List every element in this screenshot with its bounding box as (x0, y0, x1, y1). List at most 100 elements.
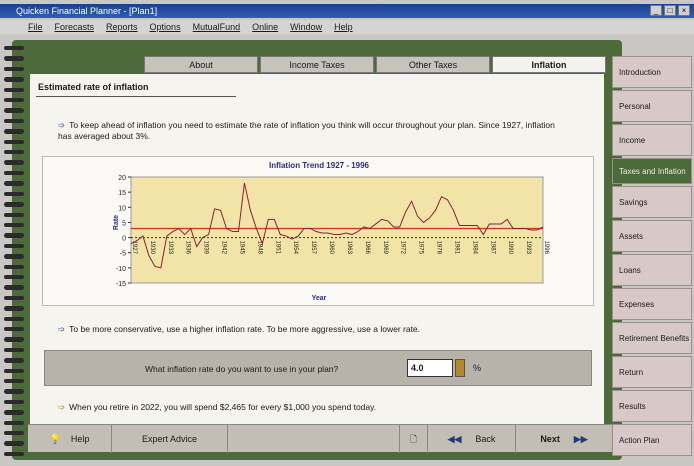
tab-other-taxes[interactable]: Other Taxes (376, 56, 490, 73)
y-tick-label: -15 (116, 281, 126, 288)
spiral-ring (4, 46, 24, 51)
tab-inflation[interactable]: Inflation (492, 56, 606, 73)
spiral-ring (4, 160, 24, 165)
close-button[interactable]: × (678, 5, 690, 16)
spiral-ring (4, 285, 24, 290)
spiral-ring (4, 389, 24, 394)
menu-file[interactable]: File (28, 20, 43, 34)
spiral-ring (4, 233, 24, 238)
inflation-question: What inflation rate do you want to use i… (145, 364, 339, 374)
advice-text: To be more conservative, use a higher in… (69, 324, 421, 334)
intro-text: To keep ahead of inflation you need to e… (58, 120, 555, 141)
spiral-ring (4, 191, 24, 197)
spiral-ring (4, 337, 24, 342)
x-tick-label: 1933 (167, 241, 173, 255)
spiral-ring (4, 441, 24, 446)
spiral-ring (4, 295, 24, 301)
x-tick-label: 1981 (453, 241, 459, 255)
window-title: Quicken Financial Planner - [Plan1] (16, 6, 158, 16)
tab-strip: About Income Taxes Other Taxes Inflation (144, 56, 606, 73)
spiral-ring (4, 358, 24, 363)
next-button[interactable]: Next ▶▶ (516, 425, 612, 453)
intro-paragraph: ➩ To keep ahead of inflation you need to … (58, 120, 568, 142)
lightbulb-icon: 💡 (49, 434, 61, 444)
back-label: Back (475, 434, 496, 444)
spiral-ring (4, 129, 24, 134)
minimize-button[interactable]: _ (650, 5, 662, 16)
back-arrows-icon: ◀◀ (447, 434, 462, 444)
nav-loans[interactable]: Loans (612, 254, 692, 286)
spiral-ring (4, 108, 24, 113)
x-tick-label: 1978 (436, 241, 442, 255)
y-tick-label: 15 (118, 190, 126, 197)
x-tick-label: 1975 (418, 241, 424, 255)
chart-svg: 20151050-5-10-151927 1930 1933 1936 1939 1942… (116, 175, 549, 288)
notes-button[interactable]: 🗋 (400, 425, 428, 453)
help-label: Help (70, 434, 90, 444)
spiral-ring (4, 274, 24, 280)
x-tick-label: 1984 (471, 241, 477, 255)
plot-area (130, 176, 544, 284)
expert-advice-button[interactable]: Expert Advice (112, 425, 228, 453)
tab-income-taxes[interactable]: Income Taxes (260, 56, 374, 73)
spiral-ring (4, 431, 24, 436)
spiral-ring (4, 410, 24, 415)
menu-forecasts[interactable]: Forecasts (55, 20, 95, 34)
spiral-ring (4, 264, 24, 269)
menu-online[interactable]: Online (252, 20, 278, 34)
x-tick-label: 1969 (382, 241, 388, 255)
inflation-page: Estimated rate of inflation ➩ To keep ahe… (30, 74, 604, 424)
nav-personal[interactable]: Personal (612, 90, 692, 122)
rate-spinner[interactable] (455, 359, 465, 377)
spiral-ring (4, 222, 24, 228)
nav-income[interactable]: Income (612, 124, 692, 156)
advice-paragraph: ➩ To be more conservative, use a higher i… (58, 324, 578, 335)
nav-taxes-inflation[interactable]: Taxes and Inflation (612, 158, 692, 184)
maximize-button[interactable]: □ (664, 5, 676, 16)
x-tick-label: 1945 (238, 241, 244, 255)
nav-assets[interactable]: Assets (612, 220, 692, 252)
menu-reports[interactable]: Reports (106, 20, 138, 34)
nav-expenses[interactable]: Expenses (612, 288, 692, 320)
bottom-toolbar: 💡 Help Expert Advice 🗋 ◀◀ Back Next ▶▶ (28, 424, 612, 453)
y-tick-label: -10 (116, 266, 126, 273)
retire-paragraph: ➩ When you retire in 2022, you will spend… (58, 402, 578, 413)
nav-savings[interactable]: Savings (612, 186, 692, 218)
spiral-ring (4, 243, 24, 249)
back-button[interactable]: ◀◀ Back (428, 425, 516, 453)
menu-window[interactable]: Window (290, 20, 322, 34)
next-arrows-icon: ▶▶ (573, 434, 588, 444)
menu-options[interactable]: Options (150, 20, 181, 34)
section-divider (36, 96, 236, 97)
x-tick-label: 1930 (149, 241, 155, 255)
y-tick-label: 20 (118, 175, 126, 182)
y-tick-label: -5 (120, 251, 126, 258)
spiral-ring (4, 98, 24, 103)
x-tick-label: 1936 (185, 241, 191, 255)
spiral-ring (4, 212, 24, 217)
nav-action-plan[interactable]: Action Plan (612, 424, 692, 456)
toolbar-spacer (228, 425, 400, 453)
spiral-ring (4, 420, 24, 426)
page-icon: 🗋 (409, 434, 418, 444)
tab-about[interactable]: About (144, 56, 258, 73)
x-tick-label: 1954 (292, 241, 298, 255)
nav-results[interactable]: Results (612, 390, 692, 422)
percent-unit: % (473, 363, 482, 373)
spiral-ring (4, 326, 24, 332)
x-tick-label: 1996 (543, 241, 549, 255)
menu-help[interactable]: Help (334, 20, 353, 34)
next-label: Next (540, 434, 560, 444)
spiral-ring (4, 181, 24, 186)
bullet-arrow-icon: ➩ (58, 324, 66, 334)
nav-retirement-benefits[interactable]: Retirement Benefits (612, 322, 692, 354)
nav-return[interactable]: Return (612, 356, 692, 388)
help-button[interactable]: 💡 Help (28, 425, 112, 453)
spiral-ring (4, 379, 24, 384)
spiral-ring (4, 150, 24, 155)
menu-mutualfund[interactable]: MutualFund (193, 20, 241, 34)
spiral-ring (4, 139, 24, 145)
inflation-rate-input[interactable]: 4.0 (407, 359, 453, 377)
x-tick-label: 1957 (310, 241, 316, 255)
nav-introduction[interactable]: Introduction (612, 56, 692, 88)
